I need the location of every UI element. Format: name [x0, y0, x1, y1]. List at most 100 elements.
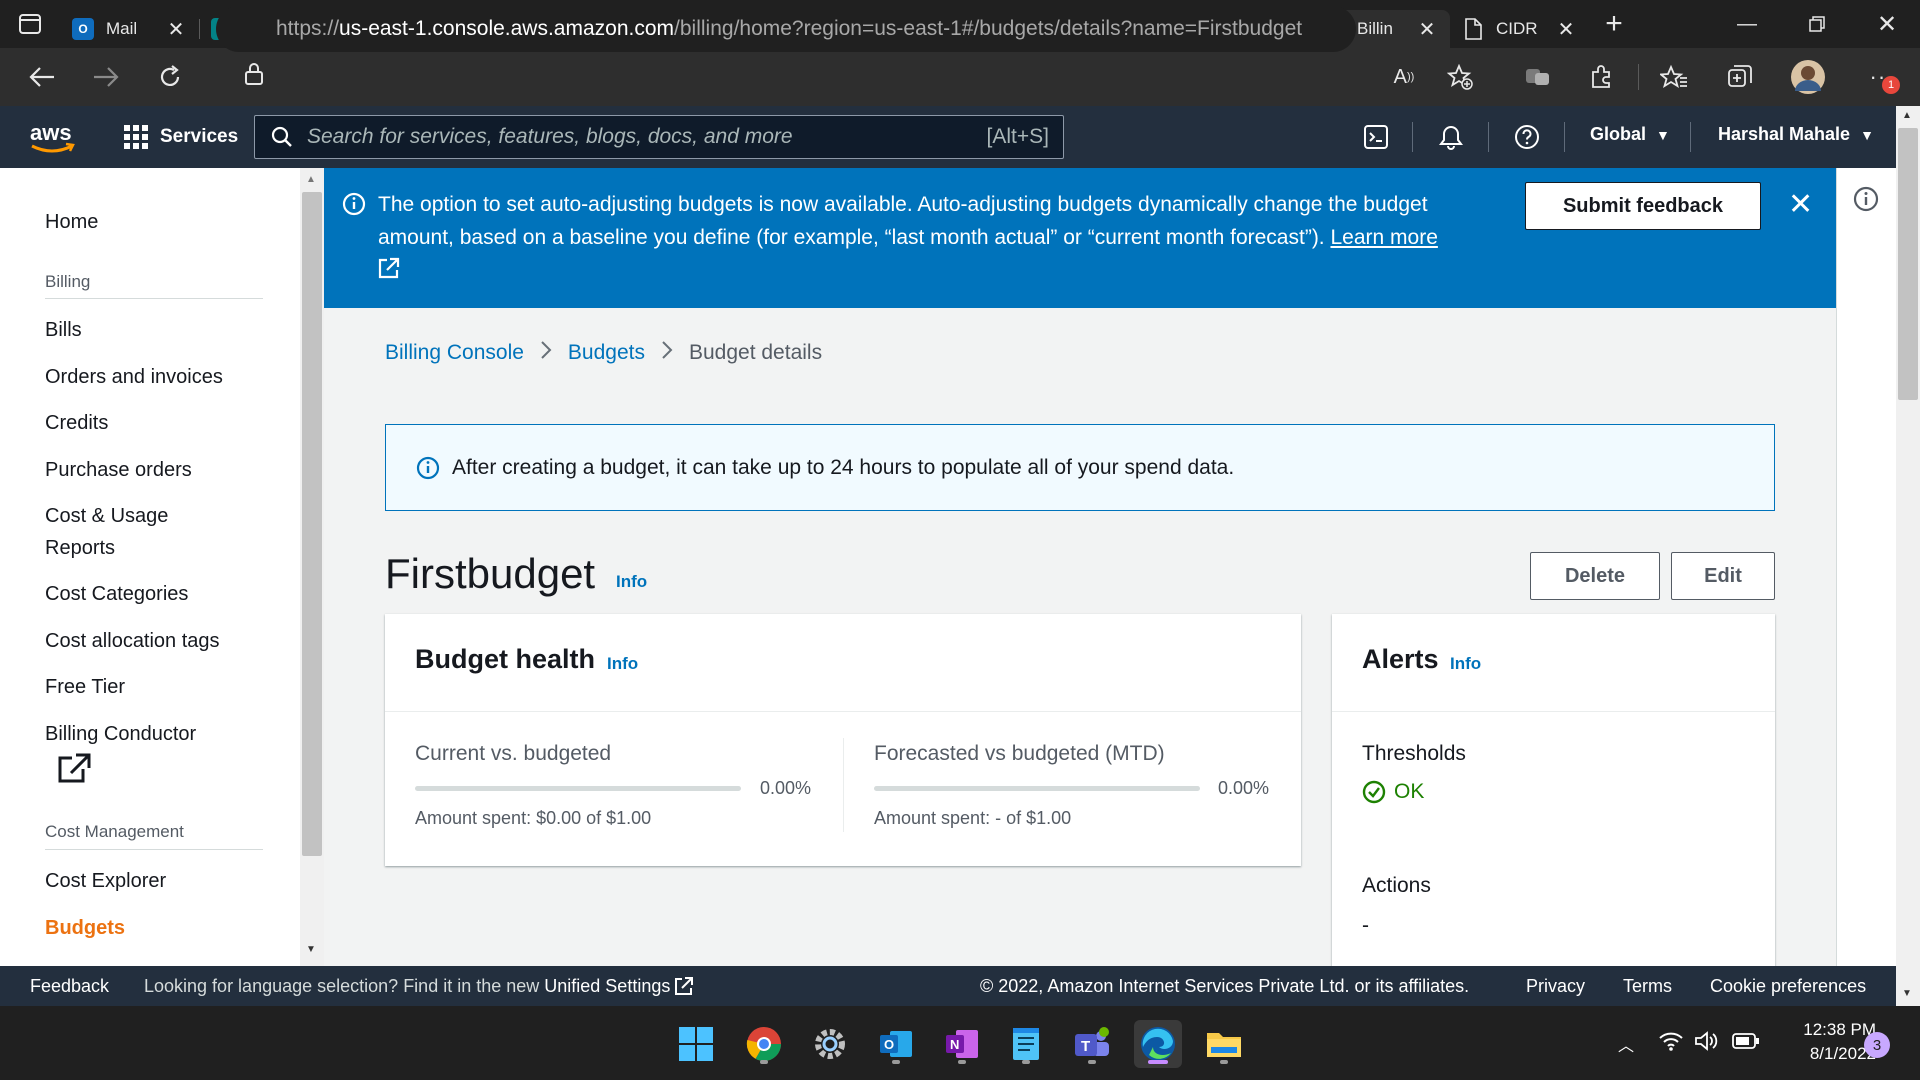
aws-search-input[interactable]: Search for services, features, blogs, do…	[254, 115, 1064, 159]
cloudshell-icon[interactable]	[1362, 106, 1390, 168]
taskbar-notepad[interactable]	[1002, 1020, 1050, 1068]
sidebar-item-home[interactable]: Home	[45, 206, 98, 238]
refresh-button[interactable]	[138, 48, 202, 106]
budget-health-info-link[interactable]: Info	[607, 654, 638, 674]
chevron-right-icon	[540, 340, 552, 366]
language-prompt-text: Looking for language selection? Find it …	[144, 975, 540, 996]
svg-text:aws: aws	[30, 120, 72, 145]
external-link-icon[interactable]	[674, 976, 694, 996]
taskbar-file-explorer[interactable]	[1200, 1020, 1248, 1068]
nav-divider	[1412, 122, 1413, 152]
add-favorite-icon[interactable]	[1442, 48, 1478, 106]
read-aloud-icon[interactable]: A))	[1388, 48, 1420, 106]
title-info-link[interactable]: Info	[616, 572, 647, 592]
taskbar-outlook[interactable]: O	[872, 1020, 920, 1068]
tab-actions-button[interactable]	[0, 0, 60, 48]
sidebar-item-credits[interactable]: Credits	[45, 407, 108, 439]
nav-divider	[1488, 122, 1489, 152]
current-amount-spent: Amount spent: $0.00 of $1.00	[415, 808, 652, 828]
profile-avatar[interactable]	[1788, 48, 1828, 106]
breadcrumb-budgets[interactable]: Budgets	[568, 341, 645, 365]
unified-settings-link[interactable]: Unified Settings	[544, 976, 670, 997]
extensions-icon[interactable]	[1584, 48, 1620, 106]
browser-tab[interactable]: CIDR ✕	[1450, 10, 1589, 48]
learn-more-link[interactable]: Learn more	[1330, 226, 1437, 249]
extension-grammar-icon[interactable]	[1520, 48, 1556, 106]
sidebar-item-purchase-orders[interactable]: Purchase orders	[45, 454, 192, 486]
help-icon[interactable]	[1512, 106, 1542, 168]
onenote-icon: N	[946, 1030, 978, 1058]
sidebar-item-cost-usage-reports-line2[interactable]: Reports	[45, 532, 115, 564]
card-header: Budget health Info	[385, 614, 1301, 712]
spend-data-info-alert: After creating a budget, it can take up …	[385, 424, 1775, 511]
taskbar-edge[interactable]	[1134, 1020, 1182, 1068]
scroll-up-arrow-icon[interactable]: ▲	[306, 174, 316, 185]
sidebar-section-cost-management: Cost Management	[45, 822, 184, 841]
page-title: Firstbudget	[385, 550, 596, 597]
breadcrumb-billing-console[interactable]: Billing Console	[385, 341, 524, 365]
close-window-button[interactable]: ✕	[1852, 0, 1920, 48]
page-scroll-thumb[interactable]	[1898, 128, 1918, 400]
edge-icon	[1141, 1027, 1175, 1061]
browser-tab[interactable]: O Mail ✕	[60, 10, 199, 48]
clock-time[interactable]: 12:38 PM	[1760, 1020, 1876, 1040]
sidebar-item-billing-conductor[interactable]: Billing Conductor	[45, 718, 196, 750]
close-tab-icon[interactable]: ✕	[165, 17, 187, 42]
close-banner-icon[interactable]: ✕	[1788, 188, 1813, 221]
edit-button[interactable]: Edit	[1671, 552, 1775, 600]
sidebar-item-orders-invoices[interactable]: Orders and invoices	[45, 361, 223, 393]
new-tab-button[interactable]: +	[1589, 7, 1639, 41]
submit-feedback-button[interactable]: Submit feedback	[1525, 182, 1761, 230]
minimize-button[interactable]: —	[1712, 0, 1782, 48]
notifications-bell-icon[interactable]	[1436, 106, 1466, 168]
sidebar-item-cost-allocation-tags[interactable]: Cost allocation tags	[45, 625, 220, 657]
footer-privacy-link[interactable]: Privacy	[1526, 976, 1585, 997]
footer-feedback-link[interactable]: Feedback	[30, 976, 109, 997]
close-tab-icon[interactable]: ✕	[1416, 17, 1438, 42]
address-bar[interactable]: https://us-east-1.console.aws.amazon.com…	[216, 6, 1356, 52]
external-link-icon[interactable]	[56, 752, 92, 789]
running-indicator	[760, 1060, 768, 1064]
sidebar-item-budgets[interactable]: Budgets	[45, 912, 125, 944]
taskbar-settings[interactable]	[806, 1020, 854, 1068]
region-selector[interactable]: Global ▼	[1590, 124, 1670, 145]
taskbar-onenote[interactable]: N	[938, 1020, 986, 1068]
close-tab-icon[interactable]: ✕	[1555, 17, 1577, 42]
sidebar-item-cost-explorer[interactable]: Cost Explorer	[45, 865, 166, 897]
sidebar-item-free-tier[interactable]: Free Tier	[45, 671, 125, 703]
info-panel-icon[interactable]	[1853, 186, 1879, 217]
lock-icon[interactable]	[244, 62, 264, 91]
collections-icon[interactable]	[1722, 48, 1758, 106]
alerts-info-link[interactable]: Info	[1450, 654, 1481, 674]
taskbar-teams[interactable]: T	[1068, 1020, 1116, 1068]
chevron-up-icon[interactable]: ︿	[1618, 1032, 1634, 1056]
sidebar-item-cost-usage-reports[interactable]: Cost & Usage	[45, 500, 168, 532]
notification-center-badge[interactable]: 3	[1864, 1032, 1890, 1058]
volume-icon[interactable]	[1694, 1030, 1720, 1057]
taskbar-chrome[interactable]	[740, 1020, 788, 1068]
wifi-icon[interactable]	[1658, 1030, 1684, 1057]
running-indicator	[958, 1060, 966, 1064]
battery-icon[interactable]	[1732, 1032, 1760, 1055]
sidebar-scroll-thumb[interactable]	[302, 192, 322, 856]
services-menu[interactable]: Services	[124, 125, 238, 149]
aws-logo[interactable]: aws	[28, 120, 78, 156]
scroll-down-arrow-icon[interactable]: ▼	[1902, 988, 1912, 999]
footer-cookie-preferences-link[interactable]: Cookie preferences	[1710, 976, 1866, 997]
sidebar-item-bills[interactable]: Bills	[45, 314, 82, 346]
footer-terms-link[interactable]: Terms	[1623, 976, 1672, 997]
delete-button[interactable]: Delete	[1530, 552, 1660, 600]
restore-button[interactable]	[1782, 0, 1852, 48]
clock-date[interactable]: 8/1/2022	[1760, 1044, 1876, 1064]
forward-button[interactable]	[74, 48, 138, 106]
start-button[interactable]	[672, 1020, 720, 1068]
external-link-icon[interactable]	[378, 256, 1448, 289]
alerts-title: Alerts	[1362, 644, 1439, 674]
current-vs-budgeted-label: Current vs. budgeted	[415, 742, 612, 765]
sidebar-item-cost-categories[interactable]: Cost Categories	[45, 578, 188, 610]
back-button[interactable]	[10, 48, 74, 106]
scroll-up-arrow-icon[interactable]: ▲	[1902, 110, 1912, 121]
scroll-down-arrow-icon[interactable]: ▼	[306, 944, 316, 955]
account-menu[interactable]: Harshal Mahale ▼	[1718, 124, 1874, 145]
favorites-icon[interactable]	[1656, 48, 1692, 106]
